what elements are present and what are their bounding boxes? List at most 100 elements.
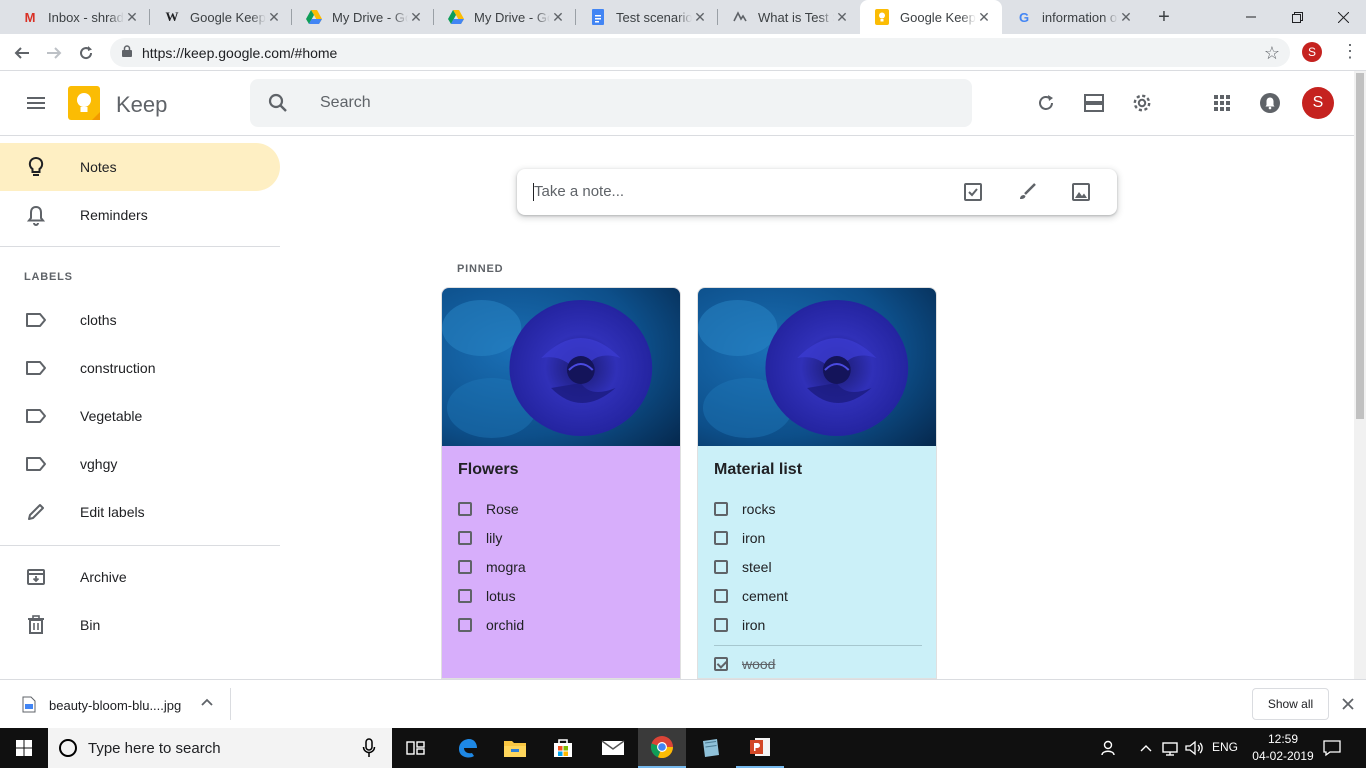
address-bar[interactable]: https://keep.google.com/#home (110, 38, 1290, 67)
chrome-menu-icon[interactable]: ⋮ (1340, 42, 1360, 62)
sidebar-item-label[interactable]: vghgy (0, 440, 280, 488)
apps-grid-icon[interactable] (1206, 87, 1238, 119)
notes-app-icon[interactable] (687, 728, 735, 768)
language-indicator[interactable]: ENG (1212, 740, 1238, 754)
browser-tab[interactable]: G information of ✕ (1002, 0, 1144, 34)
close-tab-icon[interactable]: ✕ (1118, 9, 1134, 25)
browser-tab[interactable]: M Inbox - shradd ✕ (8, 0, 150, 34)
checkbox[interactable] (458, 618, 472, 632)
checklist-item[interactable]: cement (714, 583, 788, 609)
people-icon[interactable] (1100, 738, 1120, 758)
checkbox[interactable] (458, 560, 472, 574)
chevron-up-icon[interactable] (198, 694, 216, 712)
forward-icon[interactable] (40, 39, 68, 67)
sidebar-item-label[interactable]: cloths (0, 296, 280, 344)
note-card[interactable]: Flowers Rose lily mogra lotus orchid (441, 287, 681, 679)
new-tab-button[interactable]: + (1152, 5, 1176, 29)
back-icon[interactable] (8, 39, 36, 67)
clock-date[interactable]: 04-02-2019 (1244, 749, 1322, 763)
file-explorer-icon[interactable] (491, 728, 539, 768)
sidebar-item-reminders[interactable]: Reminders (0, 191, 280, 239)
scrollbar-thumb[interactable] (1356, 73, 1364, 419)
take-note-input[interactable]: Take a note... (534, 183, 624, 200)
browser-tab[interactable]: My Drive - Go ✕ (292, 0, 434, 34)
bookmark-star-icon[interactable]: ☆ (1262, 43, 1282, 63)
checkbox[interactable] (458, 502, 472, 516)
new-image-icon[interactable] (1069, 180, 1093, 204)
browser-tab-active[interactable]: Google Keep ✕ (860, 0, 1002, 34)
checkbox[interactable] (714, 560, 728, 574)
sidebar-item-bin[interactable]: Bin (0, 601, 280, 649)
search-icon[interactable] (266, 91, 290, 115)
list-view-icon[interactable] (1078, 87, 1110, 119)
close-tab-icon[interactable]: ✕ (976, 9, 992, 25)
sidebar-item-archive[interactable]: Archive (0, 553, 280, 601)
checklist-item[interactable]: iron (714, 612, 765, 638)
close-tab-icon[interactable]: ✕ (124, 9, 140, 25)
minimize-icon[interactable] (1228, 0, 1274, 34)
checklist-item[interactable]: rocks (714, 496, 775, 522)
note-card[interactable]: Material list rocks iron steel cement ir… (697, 287, 937, 679)
checklist-item[interactable]: orchid (458, 612, 524, 638)
microsoft-store-icon[interactable] (539, 728, 587, 768)
checkbox[interactable] (714, 502, 728, 516)
close-tab-icon[interactable]: ✕ (692, 9, 708, 25)
action-center-icon[interactable] (1322, 738, 1344, 758)
checkbox[interactable] (714, 618, 728, 632)
close-tab-icon[interactable]: ✕ (550, 9, 566, 25)
page-scrollbar[interactable] (1354, 71, 1366, 679)
sidebar-item-label[interactable]: Vegetable (0, 392, 280, 440)
taskbar-search-input[interactable]: Type here to search (88, 740, 221, 757)
take-note-bar[interactable]: Take a note... (517, 169, 1117, 215)
microphone-icon[interactable] (362, 738, 380, 758)
windows-start-icon[interactable] (0, 728, 48, 768)
account-avatar[interactable]: S (1302, 87, 1334, 119)
settings-gear-icon[interactable] (1126, 87, 1158, 119)
mail-icon[interactable] (589, 728, 637, 768)
taskbar-search-box[interactable]: Type here to search (48, 728, 392, 768)
close-tab-icon[interactable]: ✕ (266, 9, 282, 25)
browser-tab[interactable]: W Google Keep - ✕ (150, 0, 292, 34)
checklist-item[interactable]: Rose (458, 496, 519, 522)
refresh-icon[interactable] (1030, 87, 1062, 119)
checkbox[interactable] (458, 531, 472, 545)
network-icon[interactable] (1160, 738, 1180, 758)
show-all-button[interactable]: Show all (1252, 688, 1329, 720)
new-list-checkbox-icon[interactable] (961, 180, 985, 204)
checklist-item[interactable]: steel (714, 554, 772, 580)
reload-icon[interactable] (72, 39, 100, 67)
edge-browser-icon[interactable] (443, 728, 491, 768)
checklist-item[interactable]: mogra (458, 554, 526, 580)
chrome-taskbar-icon[interactable] (638, 728, 686, 768)
checkbox[interactable] (714, 589, 728, 603)
close-tab-icon[interactable]: ✕ (834, 9, 850, 25)
close-tab-icon[interactable]: ✕ (408, 9, 424, 25)
search-bar[interactable]: Search (250, 79, 972, 127)
clock-time[interactable]: 12:59 (1248, 732, 1318, 746)
sidebar-item-notes[interactable]: Notes (0, 143, 280, 191)
chevron-up-icon[interactable] (1138, 740, 1154, 756)
main-menu-icon[interactable] (24, 91, 48, 115)
sidebar-item-edit-labels[interactable]: Edit labels (0, 488, 280, 536)
checkbox[interactable] (714, 531, 728, 545)
close-window-icon[interactable] (1320, 0, 1366, 34)
download-file-name[interactable]: beauty-bloom-blu....jpg (49, 698, 181, 713)
checklist-item[interactable]: lotus (458, 583, 516, 609)
task-view-icon[interactable] (392, 728, 440, 768)
checklist-item-completed[interactable]: wood (714, 651, 775, 677)
checklist-item[interactable]: iron (714, 525, 765, 551)
restore-icon[interactable] (1274, 0, 1320, 34)
browser-tab[interactable]: What is Test Sc ✕ (718, 0, 860, 34)
close-download-bar-icon[interactable] (1339, 695, 1357, 713)
volume-icon[interactable] (1184, 738, 1204, 758)
browser-tab[interactable]: Test scenario - ✕ (576, 0, 718, 34)
powerpoint-icon[interactable] (736, 728, 784, 768)
checkbox[interactable] (458, 589, 472, 603)
new-drawing-brush-icon[interactable] (1015, 180, 1039, 204)
browser-tab[interactable]: My Drive - Go ✕ (434, 0, 576, 34)
search-input[interactable]: Search (320, 94, 371, 112)
profile-avatar[interactable]: S (1302, 42, 1322, 62)
sidebar-item-label[interactable]: construction (0, 344, 280, 392)
checklist-item[interactable]: lily (458, 525, 502, 551)
checkbox-checked[interactable] (714, 657, 728, 671)
